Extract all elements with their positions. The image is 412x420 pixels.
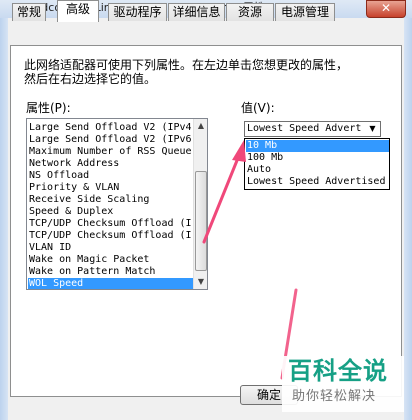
annotation-arrow-1	[202, 156, 240, 244]
watermark-subtitle: 助你轻松解决	[292, 389, 377, 404]
tab-advanced[interactable]: 高级	[57, 0, 99, 22]
watermark-logo: 百科全说 助你轻松解决	[282, 356, 404, 412]
watermark-title: 百科全说	[288, 357, 388, 385]
arrow-head-icon	[232, 140, 246, 162]
tab-label: 高级	[65, 2, 90, 16]
